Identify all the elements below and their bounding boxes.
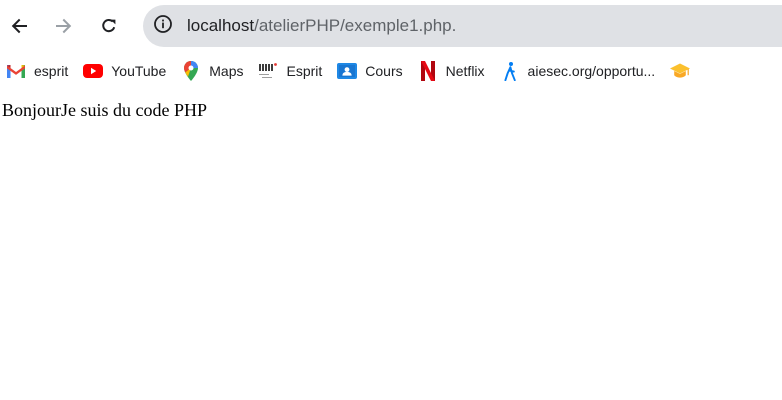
page-text: BonjourJe suis du code PHP [2, 100, 208, 120]
bookmark-cours[interactable]: Cours [331, 57, 408, 85]
info-circle-icon [153, 14, 173, 39]
bookmarks-bar: esprit YouTube Maps Esprit Cours Netflix… [0, 52, 782, 90]
bookmark-label: esprit [34, 63, 69, 79]
bookmark-maps[interactable]: Maps [175, 57, 249, 85]
back-button[interactable] [3, 10, 35, 42]
bookmark-label: YouTube [111, 63, 167, 79]
netflix-icon [418, 61, 438, 81]
reload-icon [100, 17, 118, 35]
bookmark-esprit-2[interactable]: Esprit [252, 57, 328, 85]
url-path: /atelierPHP/exemple1.php. [254, 16, 457, 35]
aiesec-icon [500, 61, 520, 81]
bookmark-label: Esprit [286, 63, 323, 79]
bookmark-scholar[interactable] [664, 57, 704, 85]
bookmark-label: Maps [209, 63, 244, 79]
bookmark-label: aiesec.org/opportu... [527, 63, 656, 79]
gmail-icon [6, 61, 26, 81]
address-bar[interactable]: localhost/atelierPHP/exemple1.php. [143, 5, 782, 47]
bookmark-youtube[interactable]: YouTube [77, 57, 172, 85]
url-text[interactable]: localhost/atelierPHP/exemple1.php. [187, 16, 456, 36]
arrow-right-icon [55, 17, 73, 35]
maps-pin-icon [181, 61, 201, 81]
browser-toolbar: localhost/atelierPHP/exemple1.php. [0, 0, 782, 52]
bookmark-esprit[interactable]: esprit [0, 57, 74, 85]
arrow-left-icon [10, 17, 28, 35]
graduation-cap-icon [670, 61, 691, 81]
classroom-icon [337, 61, 358, 81]
bookmark-label: Cours [365, 63, 403, 79]
bookmark-netflix[interactable]: Netflix [412, 57, 491, 85]
youtube-icon [83, 61, 104, 81]
reload-button[interactable] [93, 10, 125, 42]
url-host: localhost [187, 16, 255, 35]
bookmark-aiesec[interactable]: aiesec.org/opportu... [494, 57, 662, 85]
page-content: BonjourJe suis du code PHP [0, 90, 782, 131]
esprit-logo-icon [258, 61, 278, 81]
site-info-button[interactable] [148, 11, 178, 41]
forward-button[interactable] [48, 10, 80, 42]
bookmark-label: Netflix [445, 63, 485, 79]
